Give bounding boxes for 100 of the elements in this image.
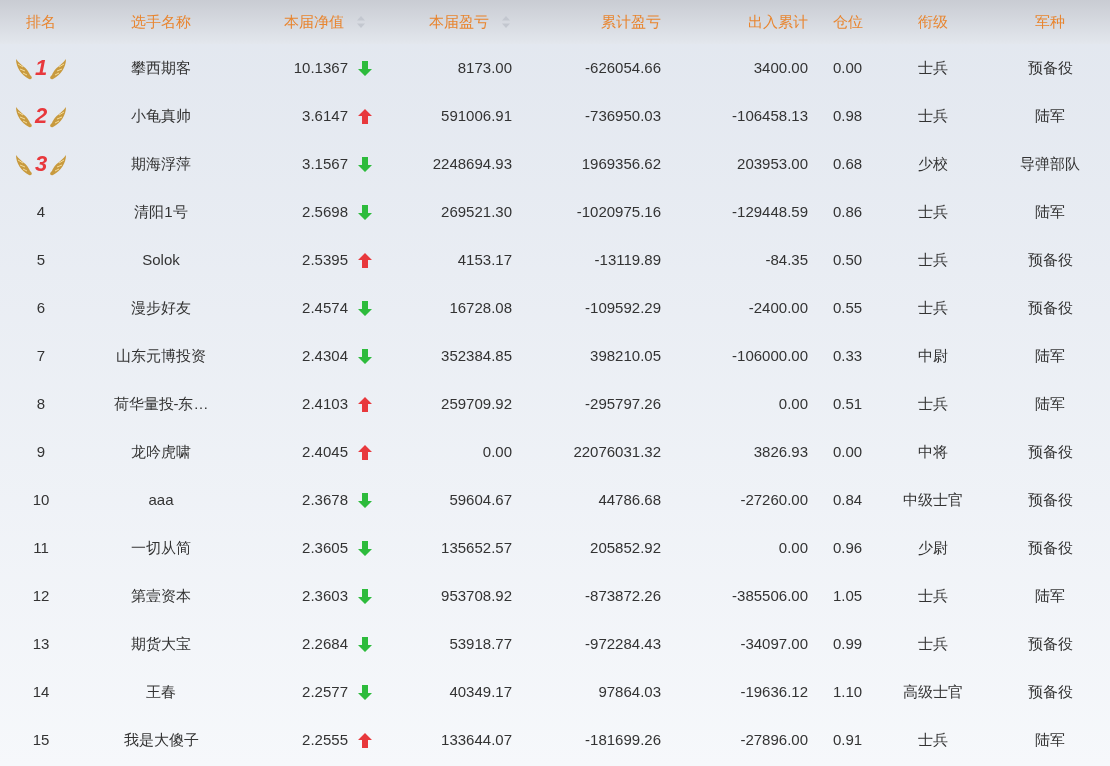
table-cell-text: 陆军 bbox=[1035, 105, 1065, 126]
table-cell-text: 2.4304 bbox=[302, 345, 348, 366]
table-cell-text: 59604.67 bbox=[449, 489, 512, 510]
column-header[interactable]: 本届净值 bbox=[284, 10, 344, 34]
table-cell-text: 中将 bbox=[917, 441, 948, 462]
rank-number: 6 bbox=[36, 297, 46, 318]
player-name: 王春 bbox=[146, 681, 176, 702]
table-cell-text: 预备役 bbox=[1027, 681, 1073, 702]
player-name: 小龟真帅 bbox=[131, 105, 191, 126]
table-cell-text: 士兵 bbox=[917, 729, 948, 750]
table-cell-text: 8173.00 bbox=[457, 57, 512, 78]
rank-number: 5 bbox=[36, 249, 46, 270]
table-cell-text: 53918.77 bbox=[449, 633, 512, 654]
player-name: 攀西期客 bbox=[131, 57, 191, 78]
table-cell-text: -34097.00 bbox=[740, 633, 808, 654]
table-cell-text: -181699.26 bbox=[585, 729, 661, 750]
table-cell-text: 0.96 bbox=[832, 537, 863, 558]
table-cell-text: 2.5698 bbox=[302, 201, 348, 222]
table-cell-text: 1969356.62 bbox=[581, 153, 661, 174]
table-cell-text: 4153.17 bbox=[457, 249, 512, 270]
table-cell-text: 269521.30 bbox=[441, 201, 512, 222]
player-name: 荷华量投-东… bbox=[113, 393, 209, 414]
player-name: 期货大宝 bbox=[131, 633, 191, 654]
player-name: 我是大傻子 bbox=[123, 729, 199, 750]
player-name: 清阳1号 bbox=[134, 201, 188, 222]
rank-number: 8 bbox=[36, 393, 46, 414]
player-name: aaa bbox=[148, 489, 174, 510]
table-cell-text: 陆军 bbox=[1035, 345, 1065, 366]
table-cell-text: 陆军 bbox=[1035, 729, 1065, 750]
column-header[interactable]: 本届盈亏 bbox=[429, 10, 489, 34]
table-cell-text: 133644.07 bbox=[441, 729, 512, 750]
rank-number: 10 bbox=[32, 489, 50, 510]
rank-number: 1 bbox=[34, 57, 48, 79]
table-cell-text: 203953.00 bbox=[737, 153, 808, 174]
rank-number: 11 bbox=[33, 537, 49, 558]
table-cell-text: 259709.92 bbox=[441, 393, 512, 414]
rank-number: 7 bbox=[36, 345, 46, 366]
table-cell-text: 0.91 bbox=[832, 729, 863, 750]
table-cell-text: 0.33 bbox=[832, 345, 863, 366]
table-cell-text: 预备役 bbox=[1027, 633, 1073, 654]
rank-number: 15 bbox=[32, 729, 50, 750]
table-cell-text: 导弹部队 bbox=[1020, 153, 1080, 174]
column-header: 排名 bbox=[26, 11, 56, 32]
table-cell-text: -295797.26 bbox=[585, 393, 661, 414]
table-cell-text: 中级士官 bbox=[902, 489, 963, 510]
column-header: 衔级 bbox=[917, 11, 948, 32]
table-cell-text: -873872.26 bbox=[585, 585, 661, 606]
table-cell-text: -1020975.16 bbox=[576, 201, 661, 222]
table-cell-text: 预备役 bbox=[1027, 57, 1073, 78]
table-cell-text: 少尉 bbox=[917, 537, 948, 558]
rank-number: 14 bbox=[32, 681, 50, 702]
sort-icon[interactable] bbox=[501, 15, 511, 29]
table-cell-text: -385506.00 bbox=[732, 585, 808, 606]
table-cell-text: 士兵 bbox=[917, 633, 948, 654]
player-name: 龙吟虎啸 bbox=[131, 441, 191, 462]
table-cell-text: 10.1367 bbox=[293, 57, 348, 78]
table-cell-text: 2248694.93 bbox=[432, 153, 512, 174]
rank-number: 2 bbox=[34, 105, 48, 127]
table-cell-text: 352384.85 bbox=[441, 345, 512, 366]
table-cell-text: 0.00 bbox=[482, 441, 512, 462]
table-cell-text: -626054.66 bbox=[585, 57, 661, 78]
table-cell-text: 预备役 bbox=[1027, 297, 1073, 318]
table-cell-text: 陆军 bbox=[1035, 393, 1065, 414]
table-cell-text: -27260.00 bbox=[740, 489, 808, 510]
table-cell-text: 0.84 bbox=[832, 489, 863, 510]
table-cell-text: 97864.03 bbox=[598, 681, 661, 702]
table-cell-text: 44786.68 bbox=[598, 489, 661, 510]
table-cell-text: 953708.92 bbox=[441, 585, 512, 606]
table-cell-text: 预备役 bbox=[1027, 249, 1073, 270]
table-cell-text: 0.50 bbox=[832, 249, 863, 270]
column-header: 出入累计 bbox=[748, 11, 808, 32]
table-cell-text: 2.4574 bbox=[302, 297, 348, 318]
table-cell-text: 40349.17 bbox=[449, 681, 512, 702]
table-cell-text: -109592.29 bbox=[585, 297, 661, 318]
sort-icon[interactable] bbox=[356, 15, 366, 29]
rank-number: 12 bbox=[32, 585, 50, 606]
table-cell-text: 陆军 bbox=[1035, 585, 1065, 606]
column-header: 选手名称 bbox=[131, 11, 191, 32]
table-cell-text: 3.6147 bbox=[302, 105, 348, 126]
table-cell-text: -736950.03 bbox=[585, 105, 661, 126]
table-cell-text: 1.05 bbox=[832, 585, 863, 606]
rank-number: 4 bbox=[36, 201, 46, 222]
table-cell-text: 陆军 bbox=[1035, 201, 1065, 222]
player-name: 一切从简 bbox=[131, 537, 191, 558]
table-cell-text: 3.1567 bbox=[302, 153, 348, 174]
table-cell-text: 0.00 bbox=[778, 537, 808, 558]
table-cell-text: 22076031.32 bbox=[573, 441, 661, 462]
table-cell-text: 16728.08 bbox=[449, 297, 512, 318]
table-cell-text: 2.3603 bbox=[302, 585, 348, 606]
table-cell-text: 0.51 bbox=[832, 393, 863, 414]
table-cell-text: 2.2684 bbox=[302, 633, 348, 654]
table-cell-text: 135652.57 bbox=[441, 537, 512, 558]
table-cell-text: 士兵 bbox=[917, 201, 948, 222]
table-cell-text: 1.10 bbox=[832, 681, 863, 702]
table-cell-text: 3826.93 bbox=[753, 441, 808, 462]
table-cell-text: 士兵 bbox=[917, 249, 948, 270]
table-cell-text: 0.00 bbox=[832, 441, 863, 462]
table-cell-text: 3400.00 bbox=[753, 57, 808, 78]
column-header: 累计盈亏 bbox=[601, 11, 661, 32]
table-cell-text: 士兵 bbox=[917, 105, 948, 126]
